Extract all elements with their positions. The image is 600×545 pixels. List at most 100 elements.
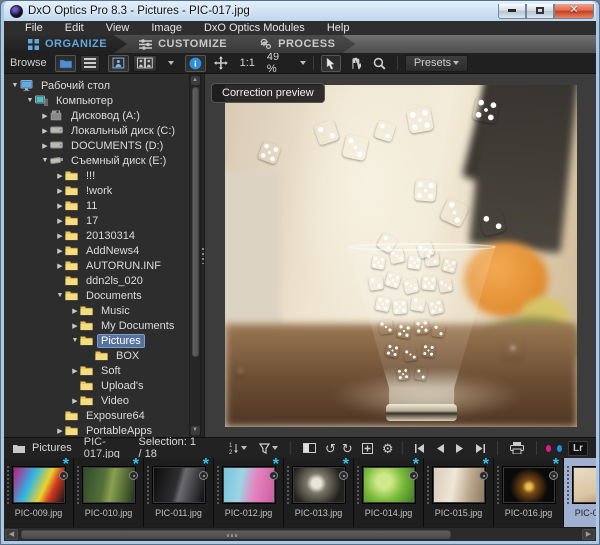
- tree-item-11[interactable]: ▶11: [4, 198, 189, 213]
- last-image-button[interactable]: [473, 444, 488, 453]
- tree-item-локальный-диск-c-[interactable]: ▶Локальный диск (C:): [4, 123, 189, 138]
- image-preview-area[interactable]: Correction preview: [205, 74, 596, 437]
- filmstrip-item-pic-014[interactable]: *PIC-014.jpg: [354, 458, 424, 527]
- filmstrip-item-pic-009[interactable]: *PIC-009.jpg: [4, 458, 74, 527]
- expander-closed-icon[interactable]: ▶: [55, 427, 65, 435]
- rotate-left-button[interactable]: ↺: [325, 442, 336, 455]
- filmstrip-item-pic-013[interactable]: *PIC-013.jpg: [284, 458, 354, 527]
- compare-dropdown[interactable]: [161, 55, 181, 72]
- tree-item-portableapps[interactable]: ▶PortableApps: [4, 423, 189, 437]
- expander-closed-icon[interactable]: ▶: [40, 127, 50, 135]
- thumbnail-image[interactable]: [13, 467, 65, 503]
- tree-scrollbar-thumb[interactable]: [192, 87, 199, 357]
- tree-item-documents[interactable]: ▼Documents: [4, 288, 189, 303]
- tree-item-my-documents[interactable]: ▶My Documents: [4, 318, 189, 333]
- rating-dots[interactable]: [7, 466, 9, 504]
- tree-item-17[interactable]: ▶17: [4, 213, 189, 228]
- tree-item-20130314[interactable]: ▶20130314: [4, 228, 189, 243]
- tree-item-autorun-inf[interactable]: ▶AUTORUN.INF: [4, 258, 189, 273]
- thumbnail-image[interactable]: [83, 467, 135, 503]
- tree-item-video[interactable]: ▶Video: [4, 393, 189, 408]
- expander-closed-icon[interactable]: ▶: [55, 247, 65, 255]
- photo-dice-in-glass[interactable]: [225, 85, 577, 427]
- filmstrip-item-pic-017[interactable]: *PIC-017.jpg: [564, 458, 596, 527]
- expander-closed-icon[interactable]: ▶: [55, 262, 65, 270]
- filmstrip-item-pic-015[interactable]: *PIC-015.jpg: [424, 458, 494, 527]
- filter-button[interactable]: [256, 443, 281, 454]
- filmstrip-item-pic-010[interactable]: *PIC-010.jpg: [74, 458, 144, 527]
- previous-image-button[interactable]: [433, 444, 447, 453]
- scroll-down-icon[interactable]: ▼: [191, 426, 200, 435]
- rating-dots[interactable]: [147, 466, 149, 504]
- rating-dots[interactable]: [497, 466, 499, 504]
- tree-item-exposure64[interactable]: Exposure64: [4, 408, 189, 423]
- tab-process[interactable]: PROCESS: [235, 35, 355, 53]
- zoom-dropdown-icon[interactable]: [300, 61, 306, 65]
- filmstrip-scrollbar[interactable]: ◀ ▶: [4, 527, 596, 541]
- menu-item-help[interactable]: Help: [316, 21, 361, 35]
- expander-closed-icon[interactable]: ▶: [55, 232, 65, 240]
- expander-open-icon[interactable]: ▼: [10, 82, 20, 89]
- expander-open-icon[interactable]: ▼: [25, 97, 35, 104]
- thumbnail-image[interactable]: [153, 467, 205, 503]
- thumbnail-image[interactable]: [573, 467, 597, 503]
- menu-item-file[interactable]: File: [14, 21, 54, 35]
- rating-dots[interactable]: [287, 466, 289, 504]
- expander-closed-icon[interactable]: ▶: [70, 367, 80, 375]
- tree-item-рабочий-стол[interactable]: ▼Рабочий стол: [4, 78, 189, 93]
- scroll-left-icon[interactable]: ◀: [5, 529, 18, 540]
- rating-dots[interactable]: [357, 466, 359, 504]
- info-button[interactable]: i: [185, 55, 206, 72]
- thumbnail-image[interactable]: [433, 467, 485, 503]
- rating-dots[interactable]: [77, 466, 79, 504]
- tree-item-box[interactable]: BOX: [4, 348, 189, 363]
- tree-item-addnews4[interactable]: ▶AddNews4: [4, 243, 189, 258]
- hand-tool-button[interactable]: [345, 55, 366, 72]
- tree-item--[interactable]: ▶!!!: [4, 168, 189, 183]
- thumbnail-image[interactable]: [503, 467, 555, 503]
- rotate-right-button[interactable]: ↻: [342, 442, 353, 455]
- filmstrip-item-pic-011[interactable]: *PIC-011.jpg: [144, 458, 214, 527]
- compare-view-button[interactable]: [133, 55, 157, 72]
- list-view-button[interactable]: [80, 55, 100, 72]
- next-image-button[interactable]: [453, 444, 467, 453]
- tree-item--work[interactable]: ▶!work: [4, 183, 189, 198]
- maximize-button[interactable]: [526, 4, 554, 19]
- before-after-button[interactable]: [300, 443, 319, 453]
- first-image-button[interactable]: [412, 444, 427, 453]
- pointer-tool-button[interactable]: [321, 55, 341, 72]
- settings-gear-button[interactable]: ⚙: [382, 442, 394, 455]
- tree-item-дисковод-a-[interactable]: ▶Дисковод (A:): [4, 108, 189, 123]
- color-label-pink[interactable]: [546, 445, 551, 452]
- expander-closed-icon[interactable]: ▶: [55, 202, 65, 210]
- tree-item-съемный-диск-e-[interactable]: ▼Съемный диск (E:): [4, 153, 189, 168]
- expander-closed-icon[interactable]: ▶: [55, 172, 65, 180]
- expander-closed-icon[interactable]: ▶: [70, 307, 80, 315]
- tree-item-upload-s[interactable]: Upload's: [4, 378, 189, 393]
- expander-closed-icon[interactable]: ▶: [70, 397, 80, 405]
- thumbnail-image[interactable]: [293, 467, 345, 503]
- menu-item-edit[interactable]: Edit: [54, 21, 95, 35]
- scroll-right-icon[interactable]: ▶: [582, 529, 595, 540]
- presets-button[interactable]: Presets: [405, 55, 468, 72]
- title-bar[interactable]: DxO Optics Pro 8.3 - Pictures - PIC-017.…: [4, 1, 596, 21]
- minimize-button[interactable]: [498, 4, 526, 19]
- expander-closed-icon[interactable]: ▶: [55, 187, 65, 195]
- tree-item-music[interactable]: ▶Music: [4, 303, 189, 318]
- expander-closed-icon[interactable]: ▶: [40, 112, 50, 120]
- zoom-1to1-button[interactable]: 1:1: [236, 57, 259, 69]
- tree-scrollbar[interactable]: ▲ ▼: [189, 74, 200, 437]
- thumbnail-image[interactable]: [363, 467, 415, 503]
- single-image-view-button[interactable]: [108, 55, 129, 72]
- rating-dots[interactable]: [427, 466, 429, 504]
- sort-button[interactable]: 12: [226, 442, 250, 454]
- expander-open-icon[interactable]: ▼: [70, 337, 80, 344]
- rating-dots[interactable]: [217, 466, 219, 504]
- expander-closed-icon[interactable]: ▶: [55, 217, 65, 225]
- zoom-level-value[interactable]: 49 %: [263, 51, 296, 75]
- filmstrip-scrollbar-thumb[interactable]: [21, 530, 451, 539]
- expander-open-icon[interactable]: ▼: [40, 157, 50, 164]
- close-button[interactable]: ✕: [554, 4, 594, 19]
- tab-organize[interactable]: ORGANIZE: [4, 35, 127, 53]
- tab-customize[interactable]: CUSTOMIZE: [115, 35, 247, 53]
